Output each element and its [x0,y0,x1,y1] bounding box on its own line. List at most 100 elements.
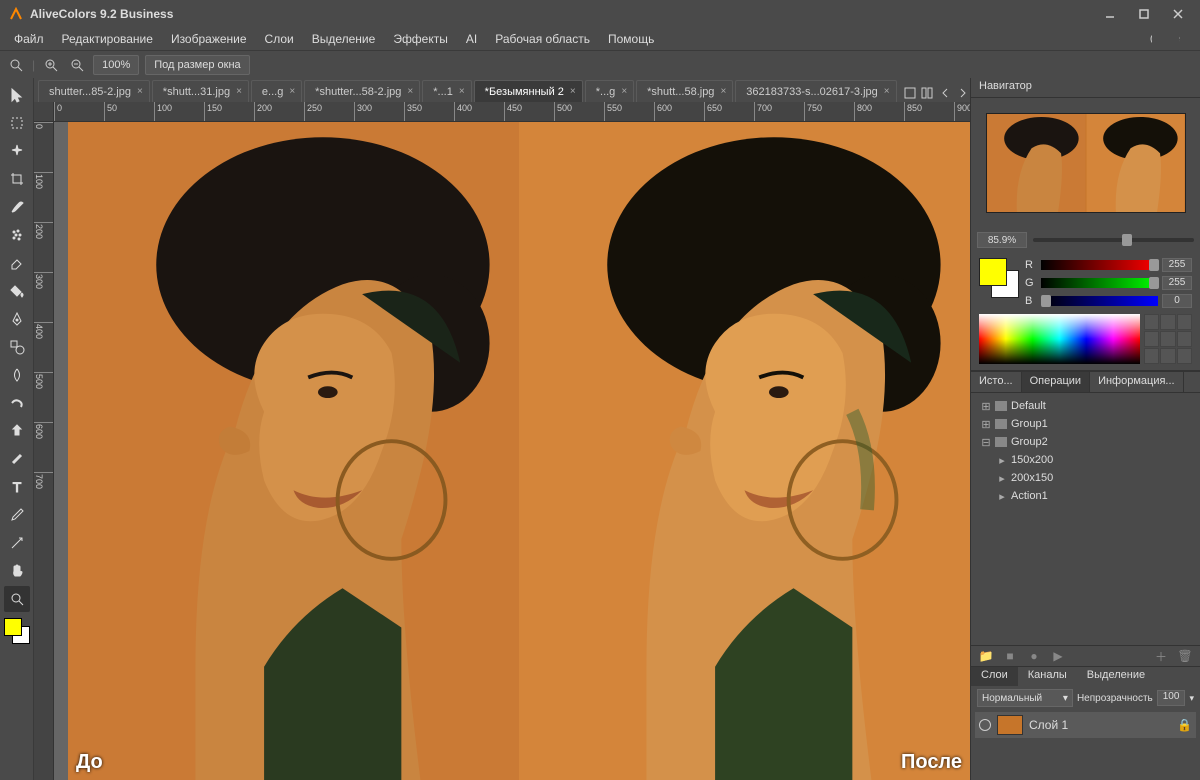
eyedropper-tool[interactable] [4,502,30,528]
r-slider[interactable] [1041,260,1158,270]
doc-tab[interactable]: e...g× [251,80,302,102]
close-tab-icon[interactable]: × [621,86,627,97]
color-chip[interactable] [4,618,30,644]
menu-image[interactable]: Изображение [163,30,255,48]
navigator-zoom-value[interactable]: 85.9% [977,232,1027,248]
help-icon[interactable]: ? [1142,30,1160,48]
menu-workspace[interactable]: Рабочая область [487,30,598,48]
doc-tab[interactable]: *...g× [585,80,634,102]
actions-tree[interactable]: ⊞Default ⊞Group1 ⊟Group2 ▸150x200 ▸200x1… [971,393,1200,509]
layout-icon[interactable] [903,84,917,102]
navigator-thumbnail[interactable] [986,113,1186,213]
magic-wand-tool[interactable] [4,138,30,164]
close-tab-icon[interactable]: × [459,86,465,97]
chevron-right-icon[interactable] [956,84,970,102]
hand-tool[interactable] [4,558,30,584]
maximize-button[interactable] [1134,7,1154,21]
doc-tab[interactable]: shutter...85-2.jpg× [38,80,150,102]
tab-operations[interactable]: Операции [1022,372,1090,392]
smudge-tool[interactable] [4,390,30,416]
g-slider[interactable] [1041,278,1158,288]
crop-tool[interactable] [4,166,30,192]
eraser-tool[interactable] [4,250,30,276]
foreground-color[interactable] [4,618,22,636]
play-icon[interactable]: ▶ [1051,649,1065,663]
fit-window-button[interactable]: Под размер окна [145,55,249,75]
menu-selection[interactable]: Выделение [304,30,384,48]
pen-tool[interactable] [4,306,30,332]
opacity-value[interactable]: 100 [1157,690,1186,706]
r-value[interactable]: 255 [1162,258,1192,272]
lock-icon[interactable]: 🔒 [1177,718,1192,732]
doc-tab[interactable]: *shutt...58.jpg× [636,80,733,102]
menu-layers[interactable]: Слои [257,30,302,48]
minimize-button[interactable] [1100,7,1120,21]
shape-tool[interactable] [4,334,30,360]
visibility-icon[interactable] [979,719,991,731]
g-value[interactable]: 255 [1162,276,1192,290]
trash-icon[interactable]: 🗑 [1178,649,1192,663]
tab-history[interactable]: Исто... [971,372,1022,392]
folder-icon[interactable]: 📁 [979,649,993,663]
zoom-100-button[interactable]: 100% [93,55,139,75]
spray-tool[interactable] [4,222,30,248]
before-label: До [76,751,103,774]
layer-row[interactable]: Слой 1 🔒 [975,712,1196,738]
doc-tab[interactable]: *shutt...31.jpg× [152,80,249,102]
settings-icon[interactable] [1170,30,1188,48]
tab-channels[interactable]: Каналы [1018,667,1077,686]
doc-tab[interactable]: *...1× [422,80,471,102]
split-icon[interactable] [920,84,934,102]
stop-icon[interactable]: ■ [1003,649,1017,663]
spectrum-picker[interactable] [979,314,1140,364]
layer-name[interactable]: Слой 1 [1029,718,1068,732]
close-tab-icon[interactable]: × [289,86,295,97]
zoom-slider[interactable] [1033,238,1194,242]
fg-swatch[interactable] [979,258,1007,286]
menubar: Файл Редактирование Изображение Слои Выд… [0,28,1200,50]
color-swatch[interactable] [979,258,1019,298]
clone-tool[interactable] [4,418,30,444]
zoom-in-icon[interactable] [41,55,61,75]
tab-info[interactable]: Информация... [1090,372,1184,392]
record-icon[interactable]: ● [1027,649,1041,663]
navigator-panel[interactable] [971,98,1200,228]
measure-tool[interactable] [4,530,30,556]
close-tab-icon[interactable]: × [236,86,242,97]
move-tool[interactable] [4,82,30,108]
svg-text:T: T [12,479,21,495]
blur-tool[interactable] [4,362,30,388]
brush-tool[interactable] [4,194,30,220]
chevron-left-icon[interactable] [938,84,952,102]
tab-selection[interactable]: Выделение [1077,667,1155,686]
doc-tab[interactable]: *shutter...58-2.jpg× [304,80,420,102]
menu-effects[interactable]: Эффекты [385,30,456,48]
menu-file[interactable]: Файл [6,30,52,48]
menu-edit[interactable]: Редактирование [54,30,161,48]
add-icon[interactable]: ＋ [1154,649,1168,663]
menu-help[interactable]: Помощь [600,30,662,48]
close-tab-icon[interactable]: × [137,86,143,97]
blend-mode-select[interactable]: Нормальный▾ [977,689,1073,707]
doc-tab[interactable]: 362183733-s...02617-3.jpg× [735,80,896,102]
b-slider[interactable] [1041,296,1158,306]
swatch-grid[interactable] [1144,314,1192,364]
b-value[interactable]: 0 [1162,294,1192,308]
close-tab-icon[interactable]: × [884,86,890,97]
tab-layers[interactable]: Слои [971,667,1018,686]
history-brush-tool[interactable] [4,446,30,472]
close-tab-icon[interactable]: × [407,86,413,97]
rect-select-tool[interactable] [4,110,30,136]
text-tool[interactable]: T [4,474,30,500]
doc-tab-active[interactable]: *Безымянный 2× [474,80,583,102]
canvas-area[interactable]: 0501001502002503003504004505005506006507… [34,102,970,780]
layer-thumbnail[interactable] [997,715,1023,735]
close-tab-icon[interactable]: × [570,86,576,97]
fill-tool[interactable] [4,278,30,304]
zoom-tool[interactable] [4,586,30,612]
close-tab-icon[interactable]: × [720,86,726,97]
zoom-out-icon[interactable] [67,55,87,75]
menu-ai[interactable]: AI [458,30,485,48]
close-button[interactable] [1168,7,1188,21]
warning-icon[interactable]: ! [1114,30,1132,48]
